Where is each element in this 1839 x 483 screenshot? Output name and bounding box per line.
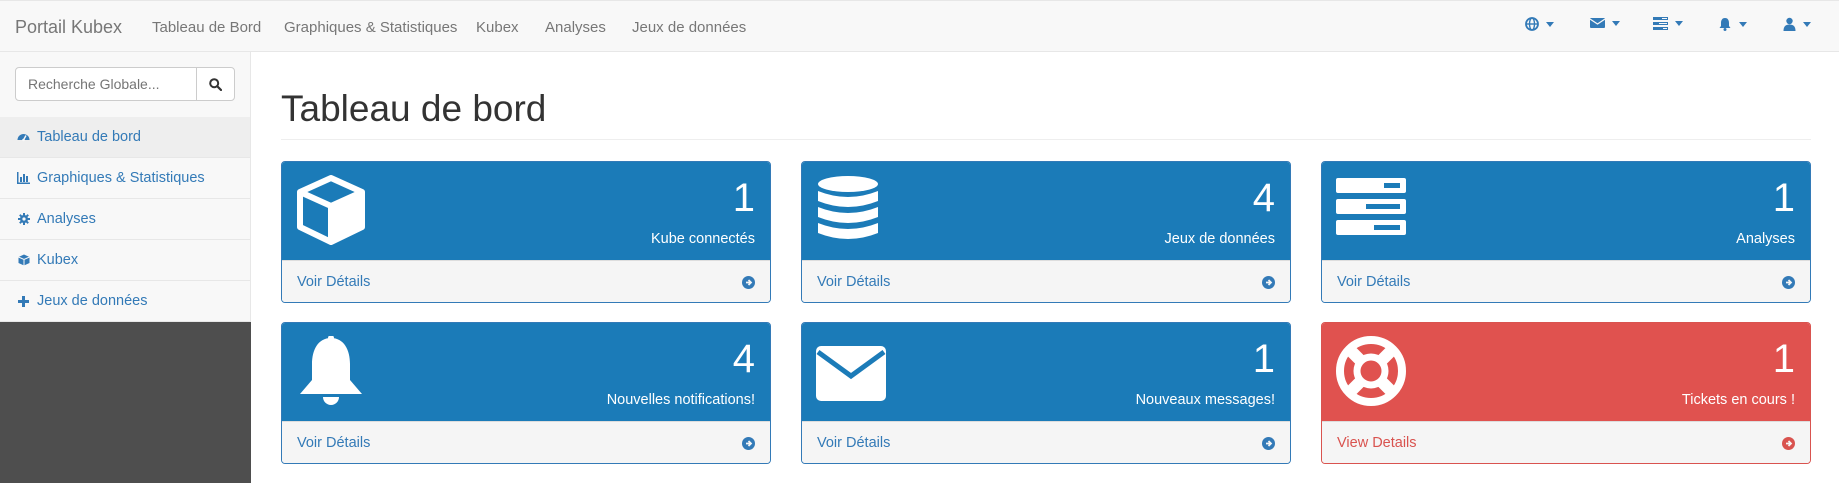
panel-datasets: 4 Jeux de données Voir Détails (801, 161, 1291, 303)
sidebar-item-tableau-de-bord[interactable]: Tableau de bord (0, 117, 250, 158)
global-search (15, 67, 235, 101)
top-navbar: Portail Kubex Tableau de Bord Graphiques… (0, 0, 1839, 52)
notifications-dropdown[interactable] (1718, 17, 1747, 31)
gear-icon (17, 213, 30, 226)
arrow-circle-right-icon (1782, 276, 1795, 289)
panel-heading: 1 Nouveaux messages! (802, 323, 1290, 421)
tickets-label: Tickets en cours ! (1681, 392, 1795, 408)
database-icon (818, 176, 878, 239)
sidebar-item-label: Graphiques & Statistiques (37, 170, 205, 186)
panel-footer-link[interactable]: Voir Détails (1322, 260, 1810, 302)
view-details-link[interactable]: Voir Détails (817, 435, 890, 451)
nav-tableau-de-bord[interactable]: Tableau de Bord (152, 19, 261, 36)
user-dropdown[interactable] (1783, 17, 1811, 31)
sidebar-item-label: Kubex (37, 252, 79, 268)
search-input[interactable] (15, 67, 197, 101)
panel-tickets: 1 Tickets en cours ! View Details (1321, 322, 1811, 464)
panel-heading: 1 Analyses (1322, 162, 1810, 260)
panel-kube: 1 Kube connectés Voir Détails (281, 161, 771, 303)
sidebar-item-analyses[interactable]: Analyses (0, 199, 250, 240)
search-button[interactable] (196, 67, 235, 101)
life-ring-icon (1336, 336, 1406, 406)
kube-label: Kube connectés (651, 231, 755, 247)
bar-chart-icon (17, 172, 30, 185)
datasets-count: 4 (1252, 176, 1275, 220)
chevron-down-icon (1739, 21, 1747, 27)
tasks-dropdown[interactable] (1653, 17, 1683, 30)
analyses-label: Analyses (1736, 231, 1795, 247)
bell-icon (300, 336, 362, 405)
panel-analyses: 1 Analyses Voir Détails (1321, 161, 1811, 303)
panel-heading: 1 Kube connectés (282, 162, 770, 260)
globe-dropdown[interactable] (1525, 17, 1554, 31)
messages-label: Nouveaux messages! (1135, 392, 1275, 408)
brand-link[interactable]: Portail Kubex (15, 17, 122, 38)
nav-analyses[interactable]: Analyses (545, 19, 606, 36)
chevron-down-icon (1546, 21, 1554, 27)
view-details-link[interactable]: View Details (1337, 435, 1417, 451)
notifications-count: 4 (732, 337, 755, 381)
arrow-circle-right-icon (1262, 437, 1275, 450)
panel-heading: 4 Jeux de données (802, 162, 1290, 260)
dashboard-icon (17, 131, 30, 144)
cube-icon (297, 175, 365, 245)
nav-kubex[interactable]: Kubex (476, 19, 519, 36)
analyses-count: 1 (1772, 176, 1795, 220)
chevron-down-icon (1803, 21, 1811, 27)
arrow-circle-right-icon (742, 437, 755, 450)
chevron-down-icon (1612, 20, 1620, 26)
panel-footer-link[interactable]: Voir Détails (802, 421, 1290, 463)
chevron-down-icon (1675, 21, 1683, 26)
arrow-circle-right-icon (742, 276, 755, 289)
kube-count: 1 (732, 176, 755, 220)
panel-footer-link[interactable]: Voir Détails (282, 421, 770, 463)
sidebar-item-label: Tableau de bord (37, 129, 141, 145)
sidebar-filler (0, 322, 251, 483)
cube-icon (17, 254, 30, 267)
panel-footer-link[interactable]: Voir Détails (282, 260, 770, 302)
sidebar-item-graphiques[interactable]: Graphiques & Statistiques (0, 158, 250, 199)
view-details-link[interactable]: Voir Détails (297, 274, 370, 290)
search-icon (209, 77, 222, 91)
title-divider (281, 139, 1811, 140)
messages-count: 1 (1252, 337, 1275, 381)
envelope-icon (1590, 18, 1605, 28)
notifications-label: Nouvelles notifications! (606, 392, 755, 408)
view-details-link[interactable]: Voir Détails (817, 274, 890, 290)
server-icon (1336, 178, 1406, 235)
envelope-icon (816, 346, 886, 401)
messages-dropdown[interactable] (1590, 17, 1620, 29)
view-details-link[interactable]: Voir Détails (1337, 274, 1410, 290)
plus-icon (17, 295, 30, 308)
bell-icon (1719, 18, 1731, 31)
sidebar-item-label: Jeux de données (37, 293, 148, 309)
sidebar-item-kubex[interactable]: Kubex (0, 240, 250, 281)
panel-messages: 1 Nouveaux messages! Voir Détails (801, 322, 1291, 464)
sidebar-item-jeux-de-donnees[interactable]: Jeux de données (0, 281, 250, 322)
datasets-label: Jeux de données (1164, 231, 1275, 247)
nav-graphiques[interactable]: Graphiques & Statistiques (284, 19, 457, 36)
tasks-icon (1653, 17, 1668, 30)
page-title: Tableau de bord (281, 88, 547, 129)
arrow-circle-right-icon (1262, 276, 1275, 289)
nav-jeux-de-donnees[interactable]: Jeux de données (632, 19, 746, 36)
sidebar-item-label: Analyses (37, 211, 96, 227)
globe-icon (1525, 17, 1539, 31)
panel-heading: 4 Nouvelles notifications! (282, 323, 770, 421)
panel-footer-link[interactable]: View Details (1322, 421, 1810, 463)
sidebar: Tableau de bord Graphiques & Statistique… (0, 52, 251, 322)
panel-heading: 1 Tickets en cours ! (1322, 323, 1810, 421)
panel-footer-link[interactable]: Voir Détails (802, 260, 1290, 302)
tickets-count: 1 (1772, 337, 1795, 381)
view-details-link[interactable]: Voir Détails (297, 435, 370, 451)
panel-notifications: 4 Nouvelles notifications! Voir Détails (281, 322, 771, 464)
user-icon (1783, 17, 1796, 31)
arrow-circle-right-icon (1782, 437, 1795, 450)
